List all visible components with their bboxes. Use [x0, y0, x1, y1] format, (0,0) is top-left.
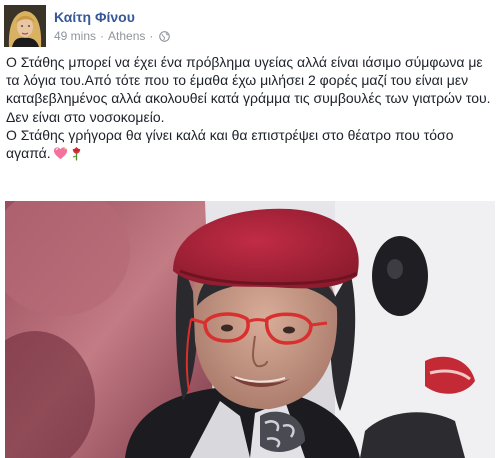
meta-separator-2: · [149, 29, 154, 43]
meta-separator: · [100, 29, 105, 43]
post-paragraph-last: Ο Στάθης γρήγορα θα γίνει καλά και θα επ… [6, 126, 494, 165]
avatar-portrait [4, 5, 46, 47]
sparkling-heart-icon [53, 146, 68, 165]
portrait-photo [5, 201, 495, 458]
post-photo[interactable] [5, 201, 495, 458]
rose-icon [70, 146, 83, 165]
author-name-link[interactable]: Καίτη Φίνου [54, 9, 135, 25]
post-paragraph: Ο Στάθης μπορεί να έχει ένα πρόβλημα υγε… [6, 54, 491, 107]
globe-icon[interactable] [159, 30, 171, 42]
author-avatar[interactable] [4, 5, 46, 47]
post-body: Ο Στάθης μπορεί να έχει ένα πρόβλημα υγε… [6, 53, 494, 165]
post-meta: 49 mins · Athens · [54, 29, 171, 43]
post-location[interactable]: Athens [108, 29, 145, 43]
post-timestamp[interactable]: 49 mins [54, 29, 96, 43]
post-header: Καίτη Φίνου 49 mins · Athens · [4, 5, 484, 47]
facebook-post: Καίτη Φίνου 49 mins · Athens · Ο Στάθης … [0, 0, 500, 458]
post-paragraph: Δεν είναι στο νοσοκομείο. [6, 108, 165, 125]
